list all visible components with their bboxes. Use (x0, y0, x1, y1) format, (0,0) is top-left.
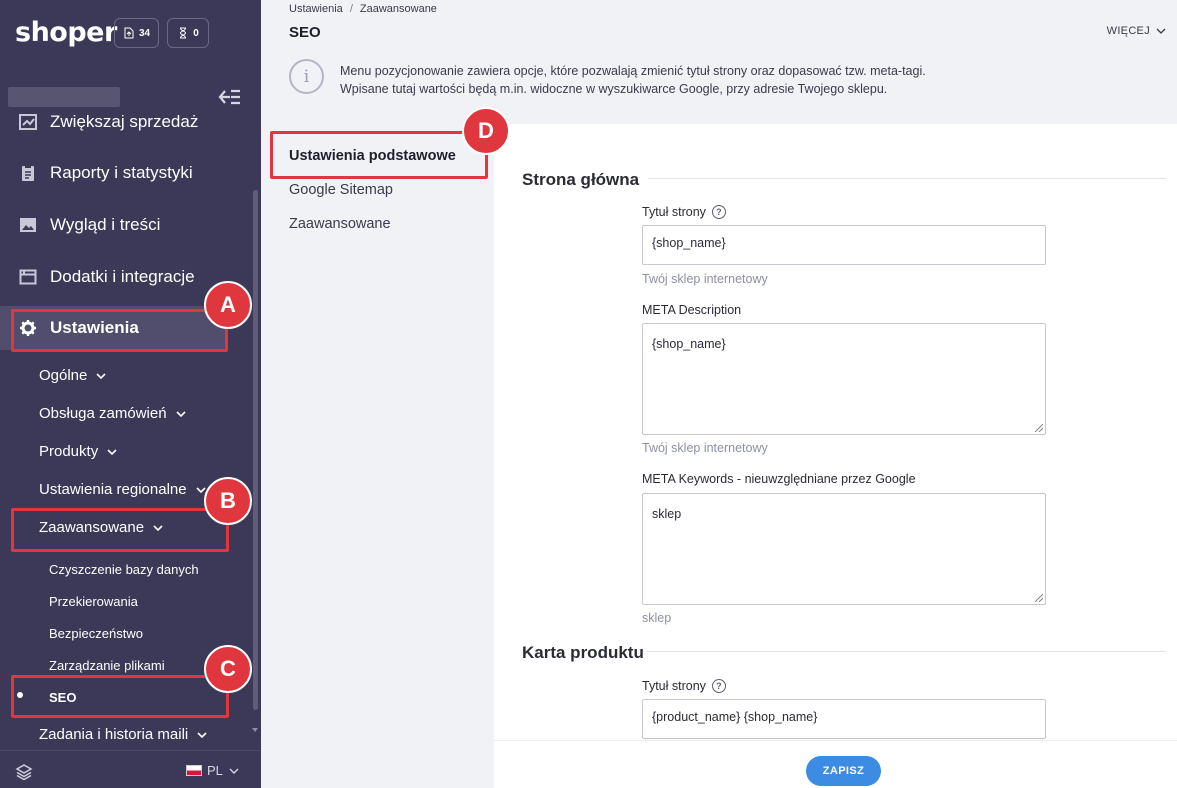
sidebar-item-db-cleanup[interactable]: Czyszczenie bazy danych (49, 562, 199, 577)
clipboard-icon (19, 164, 37, 182)
home-meta-keywords-textarea[interactable]: sklep (642, 493, 1046, 605)
tasks-counter-button[interactable]: 0 (167, 18, 209, 48)
section-divider (646, 651, 1166, 652)
sidebar-item-label: Ustawienia regionalne (39, 481, 187, 498)
callout-badge-b: B (204, 477, 252, 525)
home-meta-description-textarea[interactable]: {shop_name} (642, 323, 1046, 435)
home-meta-keywords-hint: sklep (642, 611, 672, 625)
sidebar-item-tasks[interactable]: Zadania i historia maili (39, 726, 208, 743)
sidebar-item-seo[interactable]: SEO (49, 690, 76, 705)
chevron-down-icon (107, 448, 117, 455)
chevron-down-icon (197, 731, 207, 738)
breadcrumb: Ustawienia / Zaawansowane (289, 3, 437, 15)
info-icon: i (289, 59, 324, 94)
nav-item-label: Wygląd i treści (50, 215, 161, 234)
home-meta-description-hint: Twój sklep internetowy (642, 441, 768, 455)
sidebar-item-label: Zaawansowane (39, 519, 145, 536)
home-page-title-input[interactable]: {shop_name} (642, 225, 1046, 265)
product-page-title-input[interactable]: {product_name} {shop_name} (642, 699, 1046, 739)
subnav-basic-settings[interactable]: Ustawienia podstawowe (289, 148, 456, 164)
nav-item-label: Raporty i statystyki (50, 163, 193, 182)
field-label-text: Tytuł strony (642, 679, 706, 693)
sidebar-item-redirects[interactable]: Przekierowania (49, 594, 138, 609)
sidebar-item-advanced[interactable]: Zaawansowane (39, 519, 164, 536)
section-title-product: Karta produktu (522, 643, 644, 662)
form-footer: ZAPISZ (494, 740, 1177, 788)
nav-item-reports[interactable]: Raporty i statystyki (0, 151, 253, 195)
info-line-1: Menu pozycjonowanie zawiera opcje, które… (340, 64, 926, 78)
sidebar-item-products[interactable]: Produkty (39, 443, 118, 460)
chevron-down-icon (229, 768, 239, 774)
nav-item-settings[interactable]: Ustawienia (0, 306, 228, 350)
image-icon (19, 216, 37, 234)
subnav-google-sitemap[interactable]: Google Sitemap (289, 182, 393, 198)
sidebar-item-label: Zadania i historia maili (39, 726, 189, 743)
sidebar-item-files[interactable]: Zarządzanie plikami (49, 658, 165, 673)
section-divider (648, 178, 1166, 179)
info-message: Menu pozycjonowanie zawiera opcje, które… (340, 62, 926, 98)
breadcrumb-separator: / (349, 3, 353, 15)
more-label: WIĘCEJ (1106, 25, 1150, 37)
layers-icon[interactable] (15, 763, 33, 781)
callout-badge-a: A (204, 281, 252, 329)
hourglass-icon (180, 27, 187, 39)
poland-flag-icon (186, 765, 202, 776)
orders-count: 34 (138, 27, 151, 39)
field-label-text: META Description (642, 303, 742, 317)
window-icon (19, 268, 37, 286)
language-switcher[interactable]: PL (186, 763, 240, 778)
breadcrumb-link-settings[interactable]: Ustawienia (289, 3, 343, 15)
home-meta-keywords-label: META Keywords - nieuwzględniane przez Go… (642, 472, 916, 486)
home-page-title-hint: Twój sklep internetowy (642, 272, 768, 286)
home-page-title-label: Tytuł strony ? (642, 205, 726, 219)
sidebar-item-regional[interactable]: Ustawienia regionalne (39, 481, 207, 498)
language-label: PL (207, 763, 223, 778)
brand-row: shoper 34 0 (0, 0, 261, 68)
home-meta-description-label: META Description (642, 303, 741, 317)
sidebar-item-label: Obsługa zamówień (39, 405, 167, 422)
more-button[interactable]: WIĘCEJ (1107, 25, 1167, 37)
section-title-home: Strona główna (522, 170, 640, 189)
sidebar-item-orders[interactable]: Obsługa zamówień (39, 405, 187, 422)
shoper-logo[interactable]: shoper (15, 17, 117, 48)
callout-badge-c: C (204, 645, 252, 693)
nav-item-sales[interactable]: Zwiększaj sprzedaż (0, 100, 253, 144)
subnav-advanced[interactable]: Zaawansowane (289, 216, 391, 232)
sidebar-item-label: Produkty (39, 443, 99, 460)
orders-counter-button[interactable]: 34 (114, 18, 159, 48)
help-icon[interactable]: ? (711, 205, 726, 219)
chevron-down-icon (176, 410, 186, 417)
active-bullet (17, 692, 23, 698)
nav-item-label: Zwiększaj sprzedaż (50, 112, 199, 131)
chevron-down-icon (153, 524, 163, 531)
sidebar-item-general[interactable]: Ogólne (39, 367, 107, 384)
document-icon (124, 27, 134, 39)
tasks-count: 0 (193, 27, 199, 39)
save-button[interactable]: ZAPISZ (806, 756, 881, 786)
help-icon[interactable]: ? (711, 679, 726, 693)
sidebar-item-security[interactable]: Bezpieczeństwo (49, 626, 143, 641)
chevron-down-icon (1156, 28, 1166, 34)
callout-badge-d: D (462, 107, 510, 155)
sidebar-scrollbar[interactable] (253, 190, 258, 710)
scroll-down-arrow-icon[interactable] (252, 728, 258, 732)
nav-item-label: Dodatki i integracje (50, 267, 195, 286)
chevron-down-icon (96, 372, 106, 379)
page-header: Ustawienia / Zaawansowane SEO WIĘCEJ i Men… (261, 0, 1177, 124)
chart-icon (19, 113, 37, 131)
breadcrumb-link-advanced[interactable]: Zaawansowane (360, 3, 437, 15)
page-title: SEO (289, 24, 321, 41)
sidebar-item-label: Ogólne (39, 367, 88, 384)
settings-panel: Strona główna Tytuł strony ? {shop_name}… (494, 124, 1177, 740)
nav-item-label: Ustawienia (50, 318, 139, 337)
info-line-2: Wpisane tutaj wartości będą m.in. widocz… (340, 82, 888, 96)
nav-item-appearance[interactable]: Wygląd i treści (0, 203, 253, 247)
gear-icon (19, 319, 37, 337)
field-label-text: META Keywords - nieuwzględniane przez Go… (642, 472, 916, 486)
product-page-title-label: Tytuł strony ? (642, 679, 726, 693)
seo-subnav: Ustawienia podstawowe Google Sitemap Zaa… (261, 124, 494, 788)
field-label-text: Tytuł strony (642, 205, 706, 219)
sidebar-footer: PL (0, 750, 261, 788)
